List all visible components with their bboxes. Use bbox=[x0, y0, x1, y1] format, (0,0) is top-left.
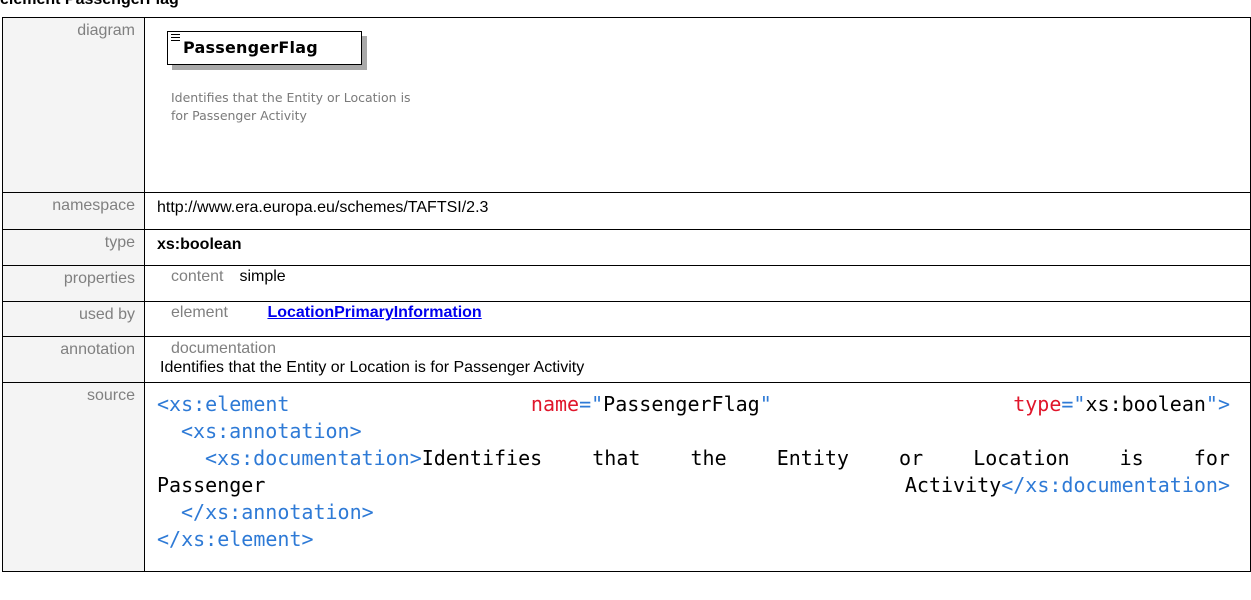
element-box-name: PassengerFlag bbox=[183, 38, 318, 57]
row-label-annotation: annotation bbox=[2, 336, 145, 383]
source-line-4: Passenger Activity</xs:documentation> bbox=[157, 473, 1230, 497]
used-by-link[interactable]: LocationPrimaryInformation bbox=[267, 304, 481, 321]
properties-value: simple bbox=[239, 268, 286, 285]
element-doc-table: diagram PassengerFlag Identifies that th… bbox=[2, 17, 1251, 572]
source-line-2: <xs:annotation> bbox=[181, 419, 362, 443]
row-label-namespace: namespace bbox=[2, 192, 145, 230]
element-content-icon bbox=[171, 34, 180, 43]
row-type: type xs:boolean bbox=[2, 229, 1251, 266]
row-label-diagram: diagram bbox=[2, 17, 145, 193]
row-annotation: annotation documentation Identifies that… bbox=[2, 336, 1251, 383]
type-value: xs:boolean bbox=[157, 236, 242, 253]
source-line-6: </xs:element> bbox=[157, 527, 314, 551]
row-namespace: namespace http://www.era.europa.eu/schem… bbox=[2, 192, 1251, 230]
source-code: <xs:element name="PassengerFlag" type="x… bbox=[144, 382, 1251, 572]
element-box[interactable]: PassengerFlag bbox=[167, 31, 362, 65]
row-label-used-by: used by bbox=[2, 301, 145, 337]
namespace-value: http://www.era.europa.eu/schemes/TAFTSI/… bbox=[157, 199, 489, 216]
annotation-value: Identifies that the Entity or Location i… bbox=[160, 359, 585, 376]
source-line-1: <xs:element name="PassengerFlag" type="x… bbox=[157, 392, 1230, 416]
row-used-by: used by element LocationPrimaryInformati… bbox=[2, 301, 1251, 337]
source-line-5: </xs:annotation> bbox=[181, 500, 374, 524]
diagram: PassengerFlag Identifies that the Entity… bbox=[145, 18, 1250, 192]
row-properties: properties content simple bbox=[2, 265, 1251, 302]
row-label-source: source bbox=[2, 382, 145, 572]
row-label-type: type bbox=[2, 229, 145, 266]
page-title: element PassengerFlag bbox=[0, 0, 179, 12]
used-by-key: element bbox=[171, 304, 228, 321]
annotation-key: documentation bbox=[171, 340, 276, 357]
row-source: source <xs:element name="PassengerFlag" … bbox=[2, 382, 1251, 572]
element-box-documentation: Identifies that the Entity or Location i… bbox=[171, 90, 411, 123]
properties-key: content bbox=[171, 268, 224, 285]
source-line-3: <xs:documentation> Identifies that the E… bbox=[205, 446, 1230, 470]
row-diagram: diagram PassengerFlag Identifies that th… bbox=[2, 17, 1251, 193]
row-label-properties: properties bbox=[2, 265, 145, 302]
